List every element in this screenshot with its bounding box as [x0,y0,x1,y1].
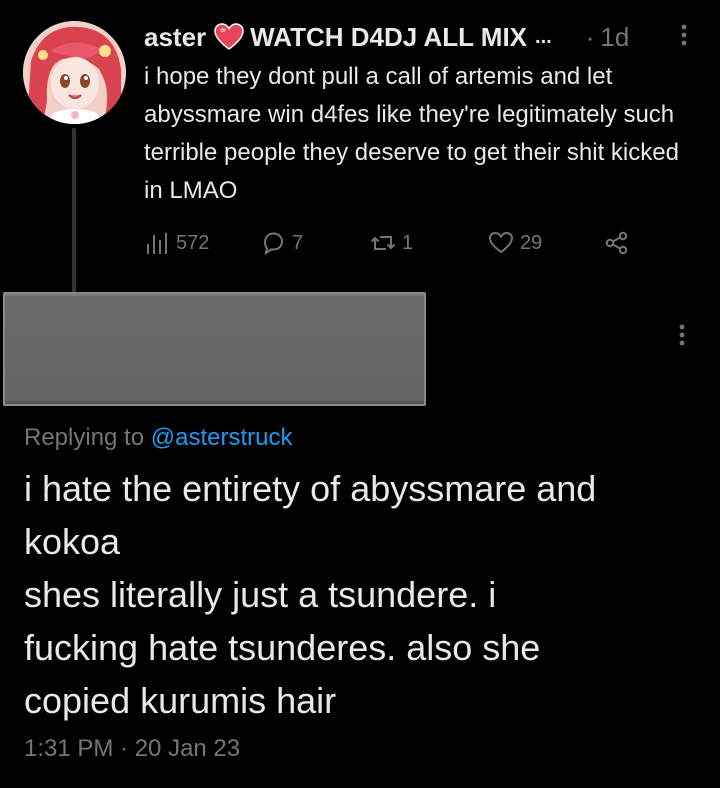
display-name[interactable]: aster [144,22,206,53]
views-action[interactable]: 572 [144,225,209,261]
main-tweet-text: i hate the entirety of abyssmare and kok… [24,462,704,727]
heart-emoji-icon [214,23,244,50]
tweet-text-line: copied kurumis hair [24,680,337,721]
tweet-text: i hope they dont pull a call of artemis … [144,63,679,204]
like-action[interactable]: 29 [488,225,542,261]
avatar[interactable] [23,21,126,124]
share-icon [605,231,628,255]
like-heart-icon [488,231,514,254]
tweet-text-line: i hate the entirety of abyssmare and [24,468,597,509]
retweet-icon [370,236,396,250]
replying-prefix: Replying to [24,424,145,451]
tweet-header: aster WATCH D4DJ ALL MIX ... · 1d [144,20,690,54]
tweet-text-line: fucking hate tsunderes. also she [24,627,541,668]
retweet-count: 1 [402,231,414,254]
tweet-text-line: shes literally just a tsundere. i [24,574,497,615]
views-chart-icon [147,233,167,254]
name-truncation: ... [535,25,552,48]
separator-dot: · [585,21,595,52]
tweet-age[interactable]: 1d [600,22,629,53]
tweet-actions: 572 7 1 29 [144,225,644,261]
like-count: 29 [520,231,543,254]
replying-handle-link[interactable]: @asterstruck [151,424,293,451]
retweet-action[interactable]: 1 [370,225,413,261]
reply-action[interactable]: 7 [260,225,303,261]
tweet-thread: aster WATCH D4DJ ALL MIX ... · 1d i hope… [0,0,720,788]
more-options-icon[interactable] [674,20,694,50]
reply-count: 7 [292,231,304,254]
community-name[interactable]: WATCH D4DJ ALL MIX [250,22,527,53]
tweet-text-line: kokoa [24,521,121,562]
share-action[interactable] [604,225,630,261]
views-count: 572 [176,231,210,254]
tweet-timestamp[interactable]: 1:31 PM · 20 Jan 23 [24,735,240,763]
reply-bubble-icon [263,232,284,256]
thread-connector-line [72,128,76,298]
avatar-anime-girl-icon [23,21,126,124]
more-options-icon[interactable] [672,320,692,350]
replying-to: Replying to @asterstruck [24,424,292,452]
redacted-block [3,292,426,406]
